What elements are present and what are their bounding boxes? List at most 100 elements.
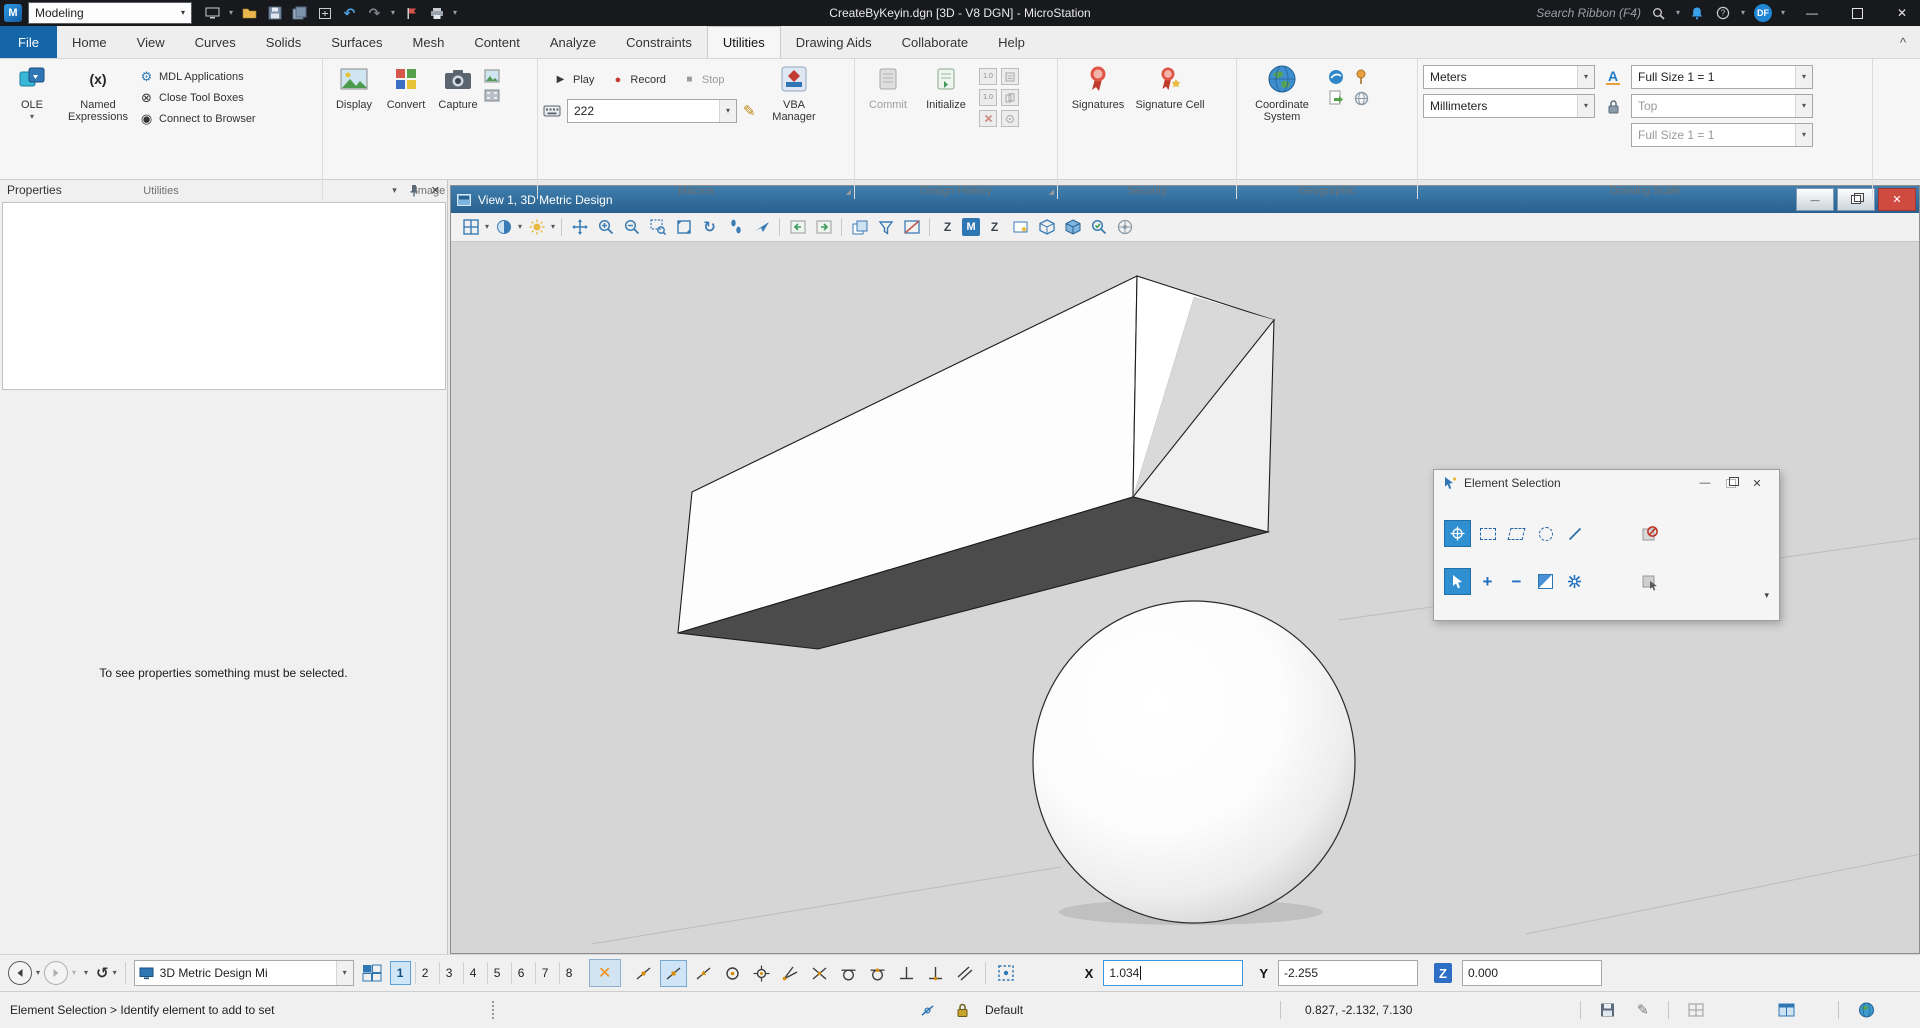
fly-icon[interactable]: [750, 216, 773, 239]
render-smooth-icon[interactable]: [1061, 216, 1084, 239]
tab-home[interactable]: Home: [57, 26, 122, 58]
retire-version-icon[interactable]: 1.0: [979, 89, 997, 106]
redo-caret-icon[interactable]: ▾: [391, 9, 395, 17]
view-undo-caret-icon[interactable]: ▾: [36, 969, 40, 977]
element-selection-dialog[interactable]: Element Selection — ✕ + − ▾: [1433, 469, 1780, 621]
account-caret-icon[interactable]: ▾: [1781, 9, 1785, 17]
tab-utilities[interactable]: Utilities: [706, 26, 781, 58]
method-individual-icon[interactable]: [1444, 520, 1471, 547]
z-coordinate-input[interactable]: 0.000: [1461, 960, 1602, 986]
ole-button[interactable]: OLE ▾: [5, 61, 59, 121]
tab-solids[interactable]: Solids: [251, 26, 316, 58]
rotate-view-icon[interactable]: ↻: [698, 216, 721, 239]
view-number-7[interactable]: 7: [534, 962, 555, 984]
geo-globe-icon[interactable]: [1858, 1002, 1875, 1019]
view-query-icon[interactable]: [1087, 216, 1110, 239]
delete-version-icon[interactable]: [979, 110, 997, 127]
workflow-selector[interactable]: Modeling ▾: [28, 2, 192, 24]
tab-help[interactable]: Help: [983, 26, 1040, 58]
tangent-snap-icon[interactable]: [836, 961, 861, 986]
models-icon[interactable]: M: [962, 218, 981, 236]
view-close-button[interactable]: ✕: [1878, 188, 1916, 211]
show-depth-icon[interactable]: Z: [936, 216, 959, 239]
tab-curves[interactable]: Curves: [180, 26, 251, 58]
play-macro-button[interactable]: ▶ Play: [553, 69, 595, 90]
pan-view-icon[interactable]: [568, 216, 591, 239]
preview-caret-icon[interactable]: ▾: [229, 9, 233, 17]
markup-pencil-icon[interactable]: ✎: [1637, 1002, 1649, 1019]
signatures-button[interactable]: Signatures: [1063, 61, 1133, 111]
mdl-applications-button[interactable]: ⚙ MDL Applications: [139, 66, 256, 87]
selection-info-icon[interactable]: [1778, 1003, 1795, 1017]
compress-icon[interactable]: [316, 5, 333, 22]
tab-file[interactable]: File: [0, 26, 57, 58]
sheet-scale-combo-caret[interactable]: ▾: [1795, 124, 1812, 146]
initialize-button[interactable]: Initialize: [916, 61, 976, 111]
view-next-icon[interactable]: [812, 216, 835, 239]
method-circle-icon[interactable]: [1533, 521, 1558, 546]
sub-units-combo[interactable]: Millimeters ▾: [1423, 94, 1595, 118]
window-maximize-button[interactable]: [1839, 0, 1875, 26]
tab-drawing-aids[interactable]: Drawing Aids: [781, 26, 887, 58]
keypoint-snap-icon[interactable]: [659, 959, 687, 987]
bisector-snap-icon[interactable]: [778, 961, 803, 986]
folder-icon[interactable]: [241, 5, 258, 22]
view-number-3[interactable]: 3: [438, 962, 459, 984]
walk-icon[interactable]: [724, 216, 747, 239]
geo-sync-icon[interactable]: [1351, 90, 1371, 106]
macro-name-combo[interactable]: 222 ▾: [567, 99, 737, 123]
view-group-caret[interactable]: ▾: [335, 961, 353, 985]
save-icon[interactable]: [266, 5, 283, 22]
preview-monitor-icon[interactable]: [204, 5, 221, 22]
tab-mesh[interactable]: Mesh: [398, 26, 460, 58]
window-area-icon[interactable]: [646, 216, 669, 239]
tangent-point-snap-icon[interactable]: [865, 961, 890, 986]
display-style-caret-icon[interactable]: ▾: [518, 223, 522, 231]
user-avatar[interactable]: DF: [1753, 4, 1772, 22]
view-number-5[interactable]: 5: [486, 962, 507, 984]
search-icon[interactable]: [1650, 5, 1667, 22]
method-shape-icon[interactable]: [1504, 521, 1529, 546]
element-selection-titlebar[interactable]: Element Selection — ✕: [1434, 470, 1779, 496]
dialog-minimize-button[interactable]: —: [1692, 473, 1718, 493]
fit-view-icon[interactable]: [672, 216, 695, 239]
save-settings-icon[interactable]: [291, 5, 308, 22]
saved-views-icon[interactable]: [1009, 216, 1032, 239]
coordinate-system-button[interactable]: Coordinate System: [1242, 61, 1322, 123]
annotation-lock-icon[interactable]: [1607, 99, 1620, 114]
perpendicular-snap-icon[interactable]: [894, 961, 919, 986]
view-group-combo[interactable]: 3D Metric Design Mi ▾: [133, 960, 354, 986]
history-settings-icon[interactable]: [1001, 110, 1019, 127]
stop-macro-button[interactable]: ■ Stop: [682, 69, 724, 90]
dialog-expand-caret-icon[interactable]: ▾: [1764, 590, 1769, 601]
perpendicular-point-snap-icon[interactable]: [923, 961, 948, 986]
render-cube-icon[interactable]: [1035, 216, 1058, 239]
drawing-scale-combo-caret[interactable]: ▾: [1795, 66, 1812, 88]
y-coordinate-input[interactable]: -2.255: [1277, 960, 1418, 986]
image-display-button[interactable]: Display: [328, 61, 380, 111]
close-tool-boxes-button[interactable]: ⊗ Close Tool Boxes: [139, 87, 256, 108]
help-caret-icon[interactable]: ▾: [1741, 9, 1745, 17]
connect-to-browser-button[interactable]: ◉ Connect to Browser: [139, 108, 256, 129]
qat-customize-caret-icon[interactable]: ▾: [453, 9, 457, 17]
record-macro-button[interactable]: ● Record: [610, 69, 666, 90]
zoom-in-icon[interactable]: [594, 216, 617, 239]
view-attributes-icon[interactable]: [459, 216, 482, 239]
bookmark-flag-icon[interactable]: [403, 5, 420, 22]
brightness-caret-icon[interactable]: ▾: [551, 223, 555, 231]
kml-export-icon[interactable]: [1326, 90, 1346, 106]
mode-new-icon[interactable]: [1444, 568, 1471, 595]
print-icon[interactable]: [428, 5, 445, 22]
view-number-8[interactable]: 8: [558, 962, 579, 984]
placemark-icon[interactable]: [1351, 69, 1371, 85]
accudraw-toggle-button[interactable]: ✕: [588, 959, 621, 987]
undo-icon[interactable]: ↶: [341, 5, 358, 22]
view-toggle-icon[interactable]: [362, 964, 382, 982]
tab-constraints[interactable]: Constraints: [611, 26, 707, 58]
units-combo-caret[interactable]: ▾: [1577, 66, 1594, 88]
center-snap-icon[interactable]: [720, 961, 745, 986]
dialog-restore-button[interactable]: [1718, 473, 1744, 493]
copy-view-icon[interactable]: [848, 216, 871, 239]
auto-save-icon[interactable]: [1600, 1003, 1615, 1018]
clip-mask-icon[interactable]: [900, 216, 923, 239]
